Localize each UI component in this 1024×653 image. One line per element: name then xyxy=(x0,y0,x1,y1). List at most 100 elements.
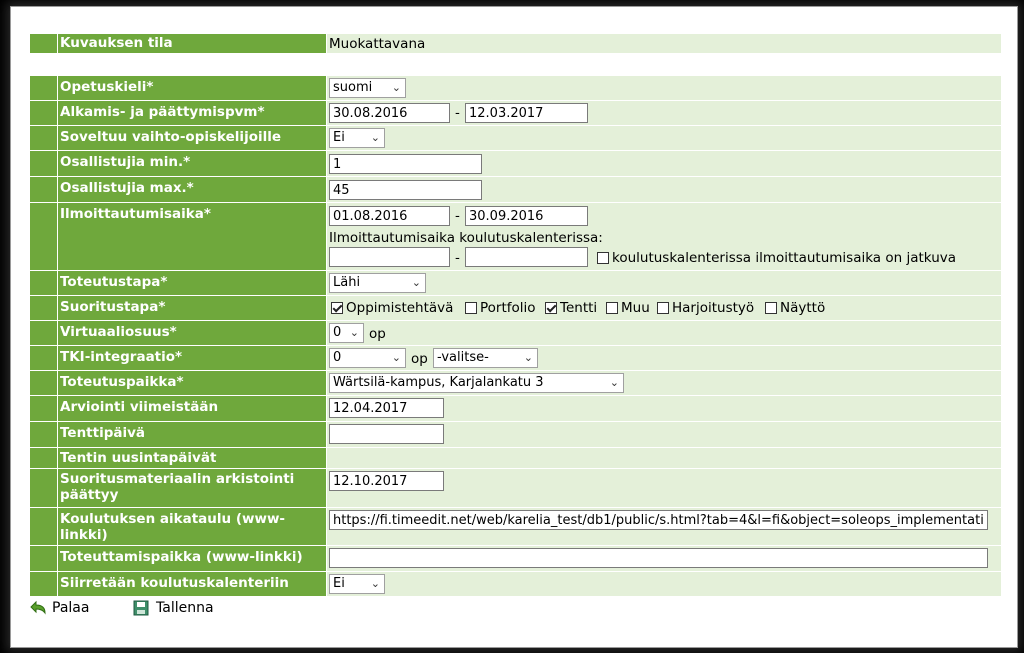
row-marker xyxy=(30,177,58,202)
row-retake-days: Tentin uusintapäivät xyxy=(30,448,1001,468)
row-max-participants: Osallistujia max.* xyxy=(30,177,1001,202)
row-marker xyxy=(30,151,58,176)
row-marker xyxy=(30,346,58,370)
value-max-participants xyxy=(327,177,1001,202)
chevron-down-icon: ⌄ xyxy=(349,326,359,339)
row-marker xyxy=(30,126,58,150)
implementation-method-select[interactable]: Lähi ⌄ xyxy=(329,273,426,293)
teaching-language-select[interactable]: suomi ⌄ xyxy=(329,78,406,98)
label-venue-link: Toteuttamispaikka (www-linkki) xyxy=(58,546,327,571)
option-label: Muu xyxy=(621,300,650,316)
label-max-participants: Osallistujia max.* xyxy=(58,177,327,202)
calendar-enrollment-start-input[interactable] xyxy=(329,247,450,267)
date-separator: - xyxy=(455,208,460,224)
option-label: Oppimistehtävä xyxy=(346,300,454,316)
venue-link-input[interactable] xyxy=(329,548,988,568)
row-marker xyxy=(30,546,58,571)
completion-option-other[interactable]: Muu xyxy=(606,300,650,316)
row-min-participants: Osallistujia min.* xyxy=(30,151,1001,176)
row-status: Kuvauksen tila Muokattavana xyxy=(30,34,1001,53)
value-archive-end xyxy=(327,469,1001,507)
exchange-selected: Ei xyxy=(333,130,345,145)
location-selected: Wärtsilä-kampus, Karjalankatu 3 xyxy=(333,375,544,390)
completion-option-demonstration[interactable]: Näyttö xyxy=(765,300,825,316)
exam-day-input[interactable] xyxy=(329,424,444,444)
virtuality-selected: 0 xyxy=(333,325,342,340)
tki-credits-select[interactable]: 0 ⌄ xyxy=(329,348,406,368)
exchange-select[interactable]: Ei ⌄ xyxy=(329,128,385,148)
teaching-language-selected: suomi xyxy=(333,80,373,95)
label-tki: TKI-integraatio* xyxy=(58,346,327,370)
back-button[interactable]: Palaa xyxy=(52,600,89,616)
continuous-enrollment-option[interactable]: koulutuskalenterissa ilmoittautumisaika … xyxy=(597,250,956,266)
calendar-enrollment-end-input[interactable] xyxy=(465,247,588,267)
row-exam-day: Tenttipäivä xyxy=(30,422,1001,447)
schedule-link-input[interactable] xyxy=(329,510,988,530)
checkbox[interactable] xyxy=(465,302,477,314)
label-archive-end: Suoritusmateriaalin arkistointi päättyy xyxy=(58,469,327,507)
row-marker xyxy=(30,271,58,295)
completion-option-exam[interactable]: Tentti xyxy=(545,300,597,316)
start-date-input[interactable] xyxy=(329,103,450,123)
implementation-method-selected: Lähi xyxy=(333,275,361,290)
row-assessment: Arviointi viimeistään xyxy=(30,396,1001,421)
value-venue-link xyxy=(327,546,1001,571)
virtuality-unit: op xyxy=(369,326,386,342)
row-marker xyxy=(30,396,58,421)
value-virtuality: 0 ⌄ op xyxy=(327,321,1001,345)
checkbox[interactable] xyxy=(606,302,618,314)
row-transfer-calendar: Siirretään koulutuskalenteriin Ei ⌄ xyxy=(30,572,1001,596)
transfer-calendar-selected: Ei xyxy=(333,576,345,591)
enrollment-start-input[interactable] xyxy=(329,206,450,226)
option-label: Portfolio xyxy=(480,300,536,316)
virtuality-select[interactable]: 0 ⌄ xyxy=(329,323,364,343)
option-label: Tentti xyxy=(560,300,598,316)
archive-end-input[interactable] xyxy=(329,471,444,491)
continuous-enrollment-checkbox[interactable] xyxy=(597,252,609,264)
completion-option-portfolio[interactable]: Portfolio xyxy=(465,300,536,316)
label-schedule-link: Koulutuksen aikataulu (www-linkki) xyxy=(58,508,327,545)
value-tki: 0 ⌄ op -valitse- ⌄ xyxy=(327,346,1001,370)
label-assessment: Arviointi viimeistään xyxy=(58,396,327,421)
back-arrow-icon[interactable] xyxy=(30,600,48,616)
value-completion-method: Oppimistehtävä Portfolio Tentti Muu Harj… xyxy=(327,296,1001,320)
row-marker xyxy=(30,296,58,320)
label-teaching-language: Opetuskieli* xyxy=(58,76,327,100)
row-marker xyxy=(30,469,58,507)
checkbox[interactable] xyxy=(331,302,343,314)
label-completion-method: Suoritustapa* xyxy=(58,296,327,320)
floppy-disk-icon[interactable] xyxy=(133,600,149,616)
label-exam-day: Tenttipäivä xyxy=(58,422,327,447)
enrollment-end-input[interactable] xyxy=(465,206,588,226)
chevron-down-icon: ⌄ xyxy=(523,351,533,364)
value-enrollment: - Ilmoittautumisaika koulutuskalenteriss… xyxy=(327,203,1001,270)
save-button[interactable]: Tallenna xyxy=(156,600,214,616)
date-separator: - xyxy=(455,105,460,121)
label-virtuality: Virtuaaliosuus* xyxy=(58,321,327,345)
row-marker xyxy=(30,422,58,447)
row-marker xyxy=(30,448,58,468)
row-location: Toteutuspaikka* Wärtsilä-kampus, Karjala… xyxy=(30,371,1001,395)
value-location: Wärtsilä-kampus, Karjalankatu 3 ⌄ xyxy=(327,371,1001,395)
checkbox[interactable] xyxy=(657,302,669,314)
row-enrollment: Ilmoittautumisaika* - Ilmoittautumisaika… xyxy=(30,203,1001,270)
location-select[interactable]: Wärtsilä-kampus, Karjalankatu 3 ⌄ xyxy=(329,373,624,393)
label-retake-days: Tentin uusintapäivät xyxy=(58,448,327,468)
completion-option-assignment[interactable]: Oppimistehtävä xyxy=(331,300,453,316)
checkbox[interactable] xyxy=(765,302,777,314)
row-schedule-link: Koulutuksen aikataulu (www-linkki) xyxy=(30,508,1001,545)
min-participants-input[interactable] xyxy=(329,154,482,174)
max-participants-input[interactable] xyxy=(329,180,482,200)
end-date-input[interactable] xyxy=(465,103,588,123)
row-marker xyxy=(30,34,58,53)
label-transfer-calendar: Siirretään koulutuskalenteriin xyxy=(58,572,327,596)
value-min-participants xyxy=(327,151,1001,176)
checkbox[interactable] xyxy=(545,302,557,314)
value-dates: - xyxy=(327,101,1001,125)
chevron-down-icon: ⌄ xyxy=(391,81,401,94)
transfer-calendar-select[interactable]: Ei ⌄ xyxy=(329,574,385,594)
chevron-down-icon: ⌄ xyxy=(609,376,619,389)
assessment-date-input[interactable] xyxy=(329,398,444,418)
completion-option-project[interactable]: Harjoitustyö xyxy=(657,300,754,316)
tki-type-select[interactable]: -valitse- ⌄ xyxy=(433,348,538,368)
